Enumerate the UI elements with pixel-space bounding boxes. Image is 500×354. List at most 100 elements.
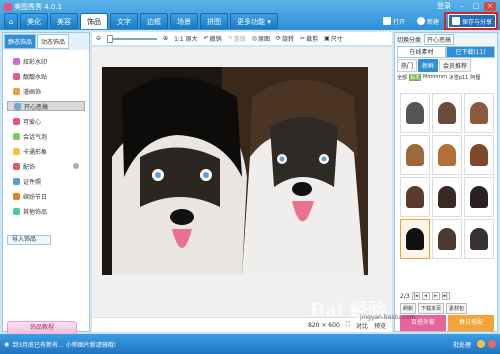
subfilter-ali[interactable]: 阿狸 [470, 74, 480, 81]
import-accessory-button[interactable]: 导入饰品 [7, 235, 51, 245]
tab-dynamic-accessories[interactable]: 动态饰品 [37, 34, 70, 49]
category-icon [13, 87, 20, 95]
category-label: 会话气泡 [23, 133, 48, 141]
resize-button[interactable]: ▣ 尺寸 [324, 34, 343, 43]
hair-thumbnail [470, 102, 488, 124]
material-item[interactable] [400, 177, 430, 217]
material-pack-button[interactable]: 素材包 [446, 303, 468, 314]
filter-vip[interactable]: 会员推荐 [439, 59, 472, 72]
tab-accessories[interactable]: 饰品 [80, 13, 108, 29]
login-link[interactable]: 登录 [434, 2, 454, 11]
main-tabs: ⌂ 美化 美容 饰品 文字 边框 场景 拼图 更多功能 ▾ [4, 13, 278, 29]
zoom-out-icon[interactable]: ⊖ [96, 35, 101, 42]
subfilter-mmmmm[interactable]: Mmmmm [423, 74, 447, 81]
last-page-button[interactable]: ▸| [441, 292, 450, 300]
tab-beauty[interactable]: 美容 [50, 13, 78, 29]
settings-icon[interactable] [488, 340, 496, 348]
download-page-button[interactable]: 下载本页 [418, 303, 445, 314]
minimize-icon[interactable]: – [456, 2, 468, 11]
category-item[interactable]: 炫彩水印 [7, 56, 85, 66]
material-item[interactable] [400, 93, 430, 133]
feedback-icon[interactable] [477, 340, 485, 348]
material-item[interactable] [432, 177, 462, 217]
material-item-selected[interactable] [400, 219, 430, 259]
filter-new[interactable]: 新鲜 [418, 59, 439, 72]
first-page-button[interactable]: |◂ [411, 292, 420, 300]
category-item[interactable]: 缤纷节日 [7, 191, 85, 201]
tab-text[interactable]: 文字 [110, 13, 138, 29]
hair-thumbnail [406, 186, 424, 208]
editing-canvas[interactable] [92, 47, 392, 317]
tab-collage[interactable]: 拼图 [200, 13, 228, 29]
subfilter-ice[interactable]: 冰雪p11 [449, 74, 469, 81]
tab-online-material[interactable]: 在线素材 [397, 46, 446, 58]
category-icon [13, 57, 20, 65]
edited-photo[interactable] [102, 67, 368, 275]
material-item[interactable] [400, 135, 430, 175]
category-icon [13, 132, 20, 140]
category-item[interactable]: 其他饰品 [7, 206, 85, 216]
category-item[interactable]: 配饰 [7, 161, 85, 171]
material-item[interactable] [432, 135, 462, 175]
material-item[interactable] [432, 219, 462, 259]
prev-page-button[interactable]: ◂ [421, 292, 430, 300]
accessory-tutorial-button[interactable]: 饰品教程 [7, 321, 77, 335]
undo-button[interactable]: ↶ 撤销 [204, 34, 222, 43]
filter-hot[interactable]: 热门 [397, 59, 418, 72]
actual-size-button[interactable]: 1:1 原大 [174, 34, 198, 43]
zoom-slider-handle[interactable] [107, 34, 114, 43]
rotate-button[interactable]: ⟳ 旋转 [276, 34, 294, 43]
material-header: 切换分类 开心恶搞 [395, 33, 497, 45]
zoom-slider[interactable] [107, 34, 158, 43]
redo-button[interactable]: ↷ 重做 [228, 34, 246, 43]
edit-toolbar: ⊖ ⊕ 1:1 原大 ↶ 撤销 ↷ 重做 ◎ 原图 ⟳ 旋转 ✂ 裁剪 ▣ 尺寸 [92, 32, 392, 46]
category-icon [13, 192, 20, 200]
hair-thumbnail [470, 186, 488, 208]
material-subfilters: 全部 假发 Mmmmm 冰雪p11 阿狸 [395, 72, 497, 83]
subfilter-all[interactable]: 全部 [397, 74, 407, 81]
material-item[interactable] [432, 93, 462, 133]
tab-beautify[interactable]: 美化 [20, 13, 48, 29]
category-item[interactable]: 靓靓水贴 [7, 71, 85, 81]
subfilter-wig[interactable]: 假发 [409, 74, 422, 81]
next-page-button[interactable]: ▸ [431, 292, 440, 300]
switch-category-button[interactable]: 切换分类 [397, 35, 421, 44]
material-item[interactable] [464, 177, 494, 217]
banner-right[interactable]: 春日搭配 [448, 315, 494, 331]
tab-frame[interactable]: 边框 [140, 13, 168, 29]
highlight-box [444, 12, 498, 30]
image-dimensions: 820 × 600 [308, 321, 340, 329]
category-item-selected[interactable]: 开心恶搞 [7, 101, 85, 111]
batch-process-button[interactable]: 批处理 [453, 340, 471, 349]
hair-thumbnail [470, 144, 488, 166]
tab-home[interactable]: ⌂ [4, 13, 18, 29]
original-button[interactable]: ◎ 原图 [252, 34, 270, 43]
original-icon: ◎ [251, 35, 257, 42]
fullscreen-icon[interactable]: ⛶ [346, 321, 350, 329]
tab-static-accessories[interactable]: 静态饰品 [4, 34, 37, 49]
open-button[interactable]: 打开 [380, 14, 408, 28]
close-icon[interactable]: × [484, 2, 496, 11]
tab-downloaded[interactable]: 已下载(11) [446, 46, 495, 58]
material-item[interactable] [464, 219, 494, 259]
status-tip[interactable]: 到3月底已有新有... 小帅图片新滤镜哦! [12, 340, 453, 349]
zoom-in-icon[interactable]: ⊕ [163, 35, 168, 42]
category-item[interactable]: 会话气泡 [7, 131, 85, 141]
hair-thumbnail [438, 102, 456, 124]
category-item[interactable]: 证件照 [7, 176, 85, 186]
material-item[interactable] [464, 93, 494, 133]
tab-more-functions[interactable]: 更多功能 ▾ [230, 13, 278, 29]
category-item[interactable]: 卡通形象 [7, 146, 85, 156]
material-panel: 切换分类 开心恶搞 在线素材 已下载(11) 热门 新鲜 会员推荐 全部 假发 … [394, 32, 498, 332]
maximize-icon[interactable]: □ [470, 2, 482, 11]
new-badge-icon [73, 163, 79, 169]
category-item[interactable]: 漫画饰 [7, 86, 85, 96]
crop-button[interactable]: ✂ 裁剪 [300, 34, 318, 43]
material-actions: 刷新 下载本页 素材包 [400, 303, 496, 314]
material-item[interactable] [464, 135, 494, 175]
category-item[interactable]: 可爱心 [7, 116, 85, 126]
new-button[interactable]: 新建 [414, 14, 442, 28]
tab-scene[interactable]: 场景 [170, 13, 198, 29]
category-label: 缤纷节日 [23, 193, 48, 201]
refresh-button[interactable]: 刷新 [400, 303, 417, 314]
